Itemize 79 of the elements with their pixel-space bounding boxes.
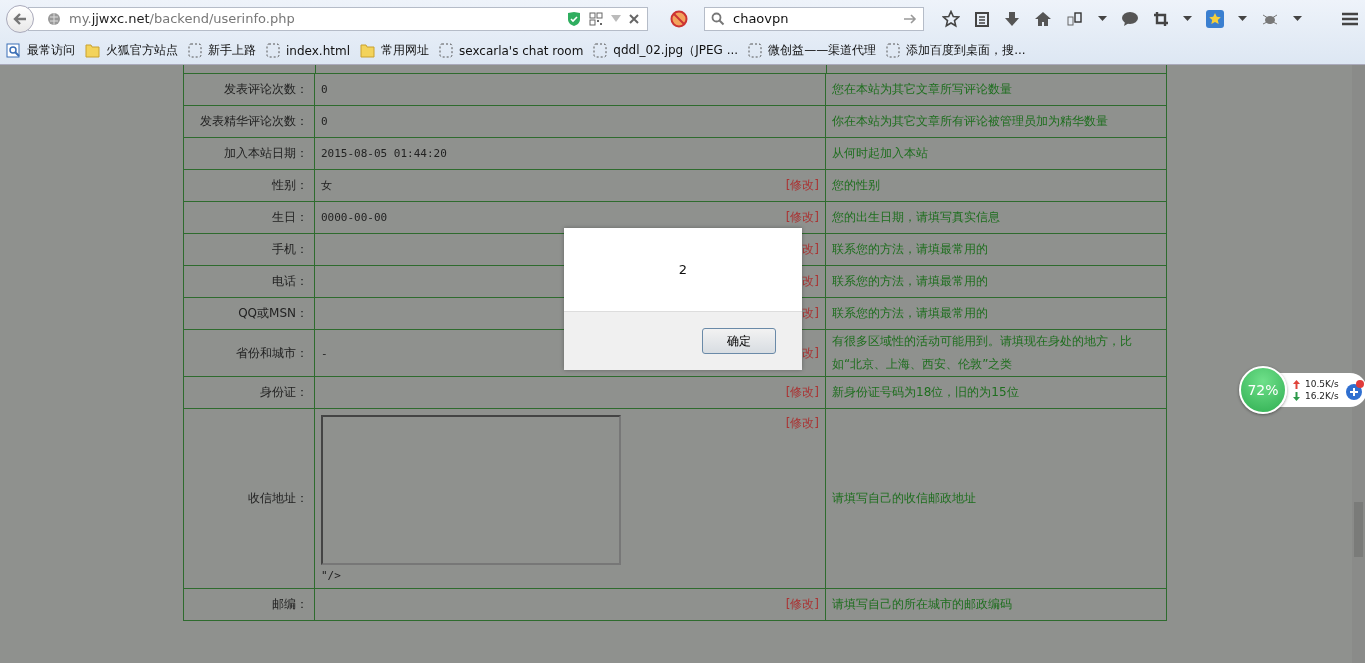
caret-icon[interactable] [1183, 15, 1192, 22]
down-arrow-icon [1293, 391, 1300, 401]
bookmark-item[interactable]: 新手上路 [188, 42, 256, 59]
field-description: 您的性别 [832, 178, 880, 192]
field-description: 你在本站为其它文章所有评论被管理员加为精华数量 [832, 114, 1108, 128]
search-field[interactable]: chaovpn [704, 6, 924, 31]
back-button[interactable] [6, 4, 34, 33]
field-description: 请填写自己的所在城市的邮政编码 [832, 597, 1012, 611]
bookmark-item[interactable]: index.html [266, 43, 350, 58]
field-description: 请填写自己的收信邮政地址 [832, 491, 976, 505]
page-icon [886, 43, 901, 58]
folder-icon [85, 43, 100, 58]
field-value: 0 [321, 115, 328, 128]
field-value: 0 [321, 83, 328, 96]
caret-icon[interactable] [1238, 15, 1247, 22]
field-value: "/> [321, 569, 342, 582]
folder-icon [360, 43, 375, 58]
field-label: 发表评论次数： [224, 82, 308, 96]
field-description: 联系您的方法，请填最常用的 [832, 274, 988, 288]
field-description: 从何时起加入本站 [832, 146, 928, 160]
caret-icon[interactable] [1293, 15, 1302, 22]
field-description: 联系您的方法，请填最常用的 [832, 242, 988, 256]
field-label: 邮编： [272, 597, 308, 611]
field-description: 有很多区域性的活动可能用到。请填现在身处的地方，比如“北京、上海、西安、伦敦”之类 [832, 334, 1132, 371]
bookmark-item[interactable]: qddl_02.jpg（JPEG ... [593, 42, 739, 59]
field-label: 手机： [272, 242, 308, 256]
devices-icon[interactable] [1066, 10, 1084, 27]
field-description: 您在本站为其它文章所写评论数量 [832, 82, 1012, 96]
home-icon[interactable] [1034, 10, 1052, 27]
field-description: 您的出生日期，请填写真实信息 [832, 210, 1000, 224]
page-icon [188, 43, 202, 58]
field-label: 收信地址： [248, 491, 308, 505]
field-value: 0000-00-00 [321, 211, 388, 224]
field-value: - [321, 346, 328, 360]
upload-speed: 10.5K/s [1305, 379, 1339, 389]
field-label: 加入本站日期： [224, 146, 308, 160]
page-icon [593, 43, 608, 58]
field-value: 2015-08-05 01:44:20 [321, 147, 447, 160]
field-description: 联系您的方法，请填最常用的 [832, 306, 988, 320]
field-label: QQ或MSN： [238, 306, 308, 320]
globe-icon [47, 11, 61, 26]
crop-icon[interactable] [1153, 10, 1169, 27]
download-icon[interactable] [1004, 10, 1020, 27]
search-icon [711, 11, 725, 26]
address-bar[interactable]: my.jjwxc.net/backend/userinfo.php [28, 6, 648, 31]
menu-icon[interactable] [1341, 10, 1359, 27]
bookmark-item[interactable]: 火狐官方站点 [85, 42, 178, 59]
field-label: 身份证： [260, 385, 308, 399]
scrollbar[interactable] [1352, 65, 1365, 663]
bookmark-item[interactable]: 微创益——渠道代理 [748, 42, 877, 59]
list-icon[interactable] [974, 10, 990, 27]
shield-icon[interactable] [567, 10, 581, 27]
field-label: 性别： [272, 178, 308, 192]
field-value: 女 [321, 178, 332, 193]
speech-bubble-icon[interactable] [1121, 10, 1139, 27]
bookmark-item[interactable]: sexcarla's chat room [439, 43, 584, 58]
close-icon[interactable] [629, 13, 639, 24]
bookmark-list-icon [6, 43, 21, 58]
blocked-icon[interactable] [670, 9, 688, 28]
field-description: 新身份证号码为18位，旧的为15位 [832, 385, 1019, 399]
star-icon[interactable] [942, 9, 960, 28]
field-label: 电话： [272, 274, 308, 288]
arrow-icon[interactable] [903, 12, 917, 25]
ok-button[interactable]: 确定 [702, 328, 776, 354]
page-icon [266, 43, 280, 58]
field-label: 发表精华评论次数： [200, 114, 308, 128]
bookmark-item[interactable]: 最常访问 [6, 42, 75, 59]
field-label: 省份和城市： [236, 345, 308, 360]
caret-icon[interactable] [1098, 15, 1107, 22]
up-arrow-icon [1293, 379, 1300, 389]
plus-icon[interactable] [1344, 379, 1365, 401]
page-icon [439, 43, 453, 58]
bookmark-item[interactable]: 添加百度到桌面，搜... [886, 42, 1026, 59]
page-icon [748, 43, 763, 58]
bookmark-item[interactable]: 常用网址 [360, 42, 429, 59]
alert-message: 2 [678, 262, 688, 277]
field-label: 生日： [272, 210, 308, 224]
qr-code-icon[interactable] [589, 11, 603, 26]
download-speed: 16.2K/s [1305, 391, 1339, 401]
